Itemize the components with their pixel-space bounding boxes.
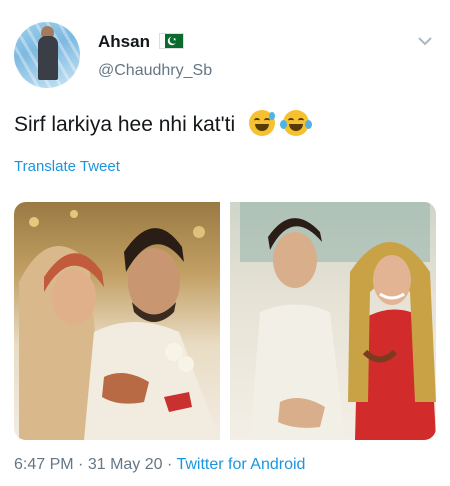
couple-illustration-left [19, 210, 220, 440]
tweet-text-body: Sirf larkiya hee nhi kat'ti [14, 113, 236, 136]
media-photo-left[interactable] [14, 202, 220, 440]
tears-of-joy-emoji [279, 110, 312, 136]
grinning-sweat-emoji [248, 110, 275, 136]
tweet-footer: 6:47 PM · 31 May 20 · Twitter for Androi… [14, 456, 305, 474]
chevron-down-icon[interactable] [416, 34, 434, 52]
tweet-header: Ahsan @Chaudhry_Sb [14, 20, 438, 92]
translate-tweet-link[interactable]: Translate Tweet [14, 158, 120, 175]
media-photo-right[interactable] [230, 202, 436, 440]
tweet-media[interactable] [14, 202, 436, 440]
tweet-date[interactable]: 31 May 20 [88, 456, 163, 473]
tweet-source-link[interactable]: Twitter for Android [176, 456, 305, 473]
avatar[interactable] [14, 22, 80, 88]
couple-illustration-right [240, 202, 436, 440]
avatar-figure [38, 36, 58, 80]
tweet-time[interactable]: 6:47 PM [14, 456, 74, 473]
pakistan-flag-icon [160, 34, 183, 48]
tweet-text: Sirf larkiya hee nhi kat'ti [14, 110, 312, 139]
author-name[interactable]: Ahsan [98, 32, 150, 52]
meta-separator: · [78, 456, 84, 473]
meta-separator: · [167, 456, 173, 473]
author-handle[interactable]: @Chaudhry_Sb [98, 62, 212, 80]
